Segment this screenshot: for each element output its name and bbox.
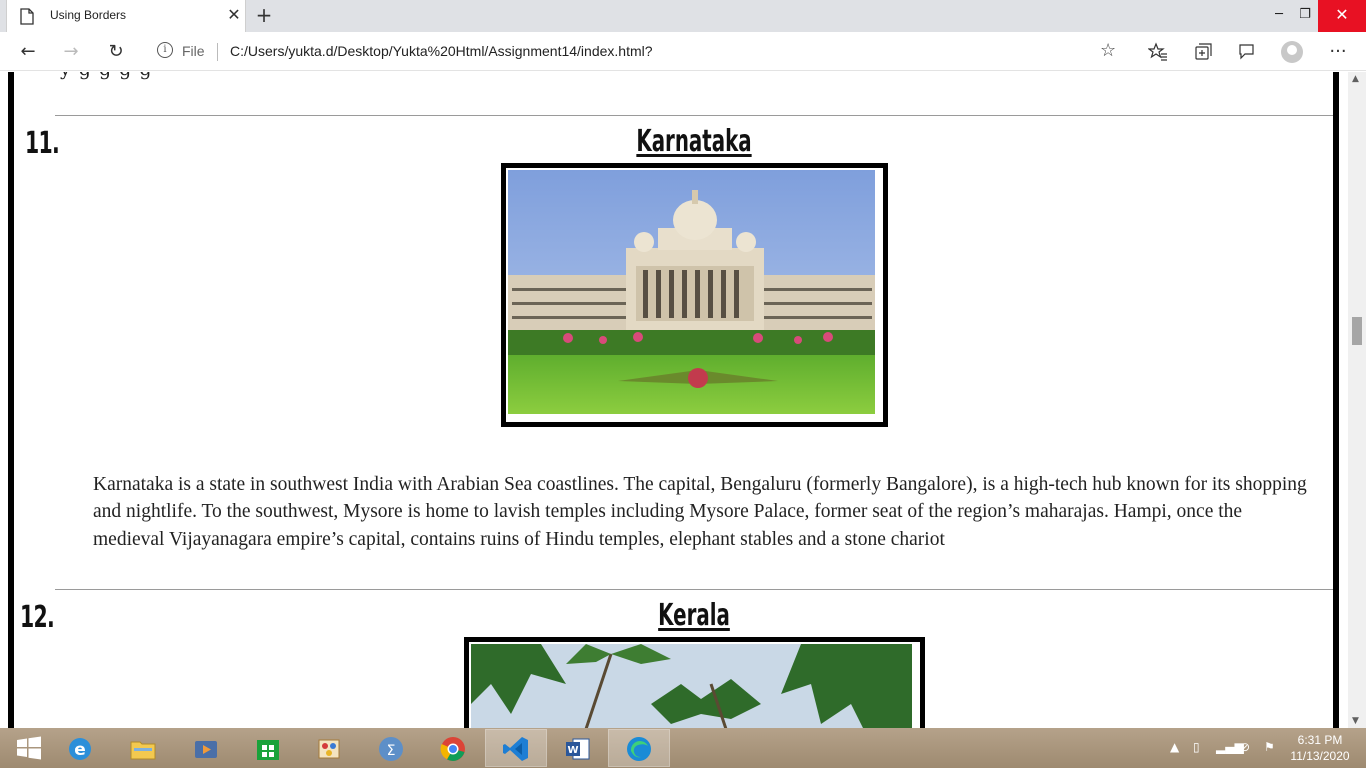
- edge-icon: [627, 737, 651, 761]
- section-title: Karnataka: [636, 124, 752, 159]
- clock-date: 11/13/2020: [1290, 749, 1350, 763]
- more-options-icon[interactable]: ···: [1324, 38, 1352, 66]
- favorite-star-icon[interactable]: ☆: [1100, 40, 1116, 61]
- tray-expand-icon[interactable]: ▲: [1170, 740, 1179, 754]
- action-center-flag-icon[interactable]: ⚑: [1264, 740, 1275, 754]
- svg-text:e: e: [74, 740, 86, 760]
- section-divider: [55, 115, 1333, 116]
- internet-explorer-icon: e: [69, 738, 91, 760]
- store-icon: [257, 740, 279, 760]
- taskbar-chrome[interactable]: [423, 730, 483, 766]
- system-clock[interactable]: 6:31 PM 11/13/2020: [1290, 732, 1350, 764]
- taskbar-media-player[interactable]: [176, 730, 236, 766]
- info-icon[interactable]: i: [157, 42, 173, 58]
- word-icon: W: [566, 738, 590, 760]
- close-tab-icon[interactable]: ✕: [225, 6, 243, 24]
- browser-tab[interactable]: Using Borders ✕: [6, 0, 246, 32]
- section-number: 11.: [25, 126, 60, 161]
- math-input-icon: Σ: [379, 737, 403, 761]
- svg-text:W: W: [567, 745, 578, 756]
- palm-trees-illustration: [471, 644, 912, 728]
- address-bar[interactable]: i File C:/Users/yukta.d/Desktop/Yukta%20…: [145, 36, 1129, 68]
- partial-previous-text: y g g g g: [60, 72, 153, 80]
- taskbar-edge[interactable]: [608, 729, 670, 767]
- karnataka-image: [501, 163, 888, 427]
- back-arrow-icon[interactable]: ←: [14, 38, 42, 66]
- scroll-up-icon[interactable]: ▲: [1352, 74, 1359, 84]
- close-window-button[interactable]: ✕: [1318, 0, 1366, 32]
- scroll-down-icon[interactable]: ▼: [1352, 716, 1359, 726]
- svg-text:Σ: Σ: [387, 743, 396, 759]
- clock-time: 6:31 PM: [1297, 733, 1343, 747]
- taskbar-ie[interactable]: e: [50, 730, 110, 766]
- favorites-icon[interactable]: [1144, 38, 1172, 66]
- windows-taskbar: e Σ W ▲ ▯ ▂▄▆ ⊘ ⚑ 6:31 PM 11/13/2020: [0, 728, 1366, 768]
- taskbar-vscode[interactable]: [485, 729, 547, 767]
- forward-arrow-icon[interactable]: →: [57, 38, 85, 66]
- device-icon[interactable]: ▯: [1193, 740, 1200, 754]
- kerala-image: [464, 637, 925, 728]
- scroll-thumb[interactable]: [1352, 317, 1362, 345]
- section-description: Karnataka is a state in southwest India …: [93, 474, 1307, 550]
- film-icon: [195, 741, 217, 758]
- profile-avatar[interactable]: [1281, 41, 1303, 63]
- address-url[interactable]: C:/Users/yukta.d/Desktop/Yukta%20Html/As…: [230, 43, 653, 59]
- page-border-right: [1333, 72, 1339, 728]
- collections-icon[interactable]: [1189, 38, 1217, 66]
- document-icon: [20, 8, 34, 25]
- vertical-scrollbar[interactable]: ▲ ▼: [1348, 72, 1366, 728]
- windows-logo-icon: [17, 736, 41, 760]
- volume-muted-icon[interactable]: ⊘: [1240, 740, 1250, 754]
- paint-icon: [318, 739, 340, 759]
- vidhana-soudha-illustration: [508, 170, 875, 414]
- address-divider: [217, 43, 218, 61]
- tab-title: Using Borders: [50, 8, 127, 22]
- section-number: 12.: [20, 600, 55, 635]
- taskbar-math-input[interactable]: Σ: [361, 730, 421, 766]
- refresh-icon[interactable]: ↻: [102, 38, 130, 66]
- tab-strip: Using Borders ✕ + ─ ❐ ✕: [0, 0, 1366, 32]
- new-tab-button[interactable]: +: [252, 4, 276, 28]
- taskbar-file-explorer[interactable]: [113, 730, 173, 766]
- page-viewport: y g g g g: [0, 72, 1366, 728]
- section-title: Kerala: [658, 598, 730, 633]
- browser-toolbar: ← → ↻ i File C:/Users/yukta.d/Desktop/Yu…: [0, 32, 1366, 71]
- chrome-icon: [440, 737, 465, 761]
- address-scheme: File: [182, 43, 205, 59]
- section-divider: [55, 589, 1333, 590]
- feedback-icon[interactable]: [1232, 38, 1260, 66]
- taskbar-word[interactable]: W: [548, 730, 608, 766]
- taskbar-paint[interactable]: [299, 730, 359, 766]
- folder-icon: [130, 741, 156, 760]
- page-border-left: [8, 72, 14, 728]
- taskbar-store[interactable]: [238, 730, 298, 766]
- vscode-icon: [503, 737, 528, 761]
